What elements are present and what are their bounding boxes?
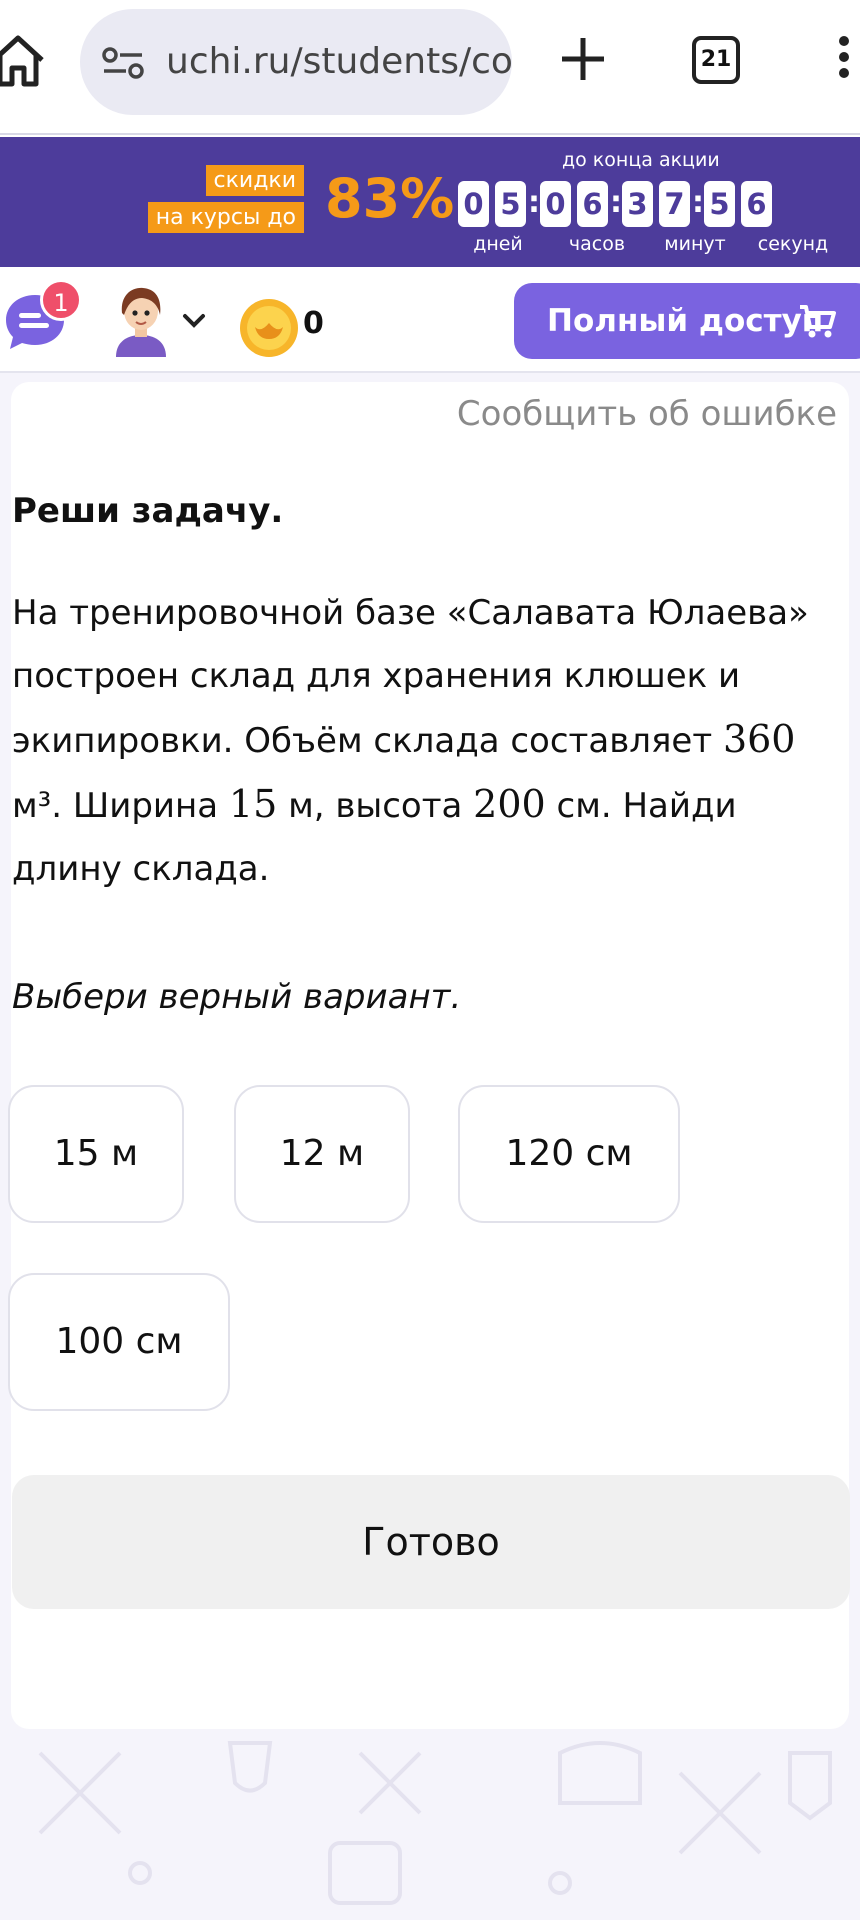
task-card: Сообщить об ошибке Реши задачу. На трени… (8, 382, 850, 1729)
more-menu-icon[interactable] (834, 36, 854, 86)
cart-icon (800, 305, 836, 338)
task-heading: Реши задачу. (12, 491, 284, 531)
timer-separator: : (528, 185, 540, 220)
promo-badge-courses: на курсы до (147, 202, 304, 233)
done-button[interactable]: Готово (12, 1475, 850, 1609)
promo-banner[interactable]: скидки на курсы до 83% до конца акции 0 … (0, 137, 860, 267)
full-access-label: Полный доступ (547, 303, 824, 339)
home-icon[interactable] (0, 30, 46, 90)
notification-badge: 1 (40, 279, 82, 321)
task-text-part: На тренировочной базе «Салавата Юлаева» … (12, 593, 809, 761)
promo-countdown-title: до конца акции (562, 149, 720, 171)
tab-switcher-button[interactable]: 21 (692, 36, 740, 84)
timer-digit: 6 (741, 181, 772, 227)
avatar[interactable] (110, 285, 172, 357)
timer-separator: : (610, 185, 622, 220)
timer-digit: 3 (622, 181, 653, 227)
timer-label-days: дней (473, 233, 523, 255)
url-text[interactable]: uchi.ru/students/cor (166, 9, 512, 115)
browser-toolbar: uchi.ru/students/cor 21 (0, 0, 860, 135)
timer-separator: : (692, 185, 704, 220)
timer-digit: 7 (659, 181, 690, 227)
timer-digit: 0 (540, 181, 571, 227)
height-value: 200 (473, 782, 546, 826)
task-text-part: м³. Ширина (12, 786, 229, 826)
chevron-down-icon[interactable] (182, 313, 206, 329)
full-access-button[interactable]: Полный доступ (514, 283, 860, 359)
timer-label-seconds: секунд (757, 233, 829, 255)
choose-hint: Выбери верный вариант. (12, 977, 462, 1017)
task-text: На тренировочной базе «Салавата Юлаева» … (12, 582, 842, 901)
answer-option[interactable]: 12 м (234, 1085, 410, 1223)
timer-label-minutes: минут (664, 233, 726, 255)
coin-icon (240, 299, 298, 357)
site-settings-icon[interactable] (102, 47, 144, 79)
task-text-part: м, высота (277, 786, 474, 826)
report-error-link[interactable]: Сообщить об ошибке (457, 390, 837, 438)
width-value: 15 (228, 782, 278, 826)
timer-digit: 0 (458, 181, 489, 227)
coin-count: 0 (303, 306, 324, 341)
timer-digit: 5 (495, 181, 526, 227)
timer-label-hours: часов (568, 233, 626, 255)
promo-badge-discounts: скидки (205, 165, 304, 196)
answer-option[interactable]: 15 м (8, 1085, 184, 1223)
timer-digit: 5 (704, 181, 735, 227)
volume-value: 360 (722, 717, 796, 761)
app-header: 1 0 Полный доступ (0, 267, 860, 373)
new-tab-icon[interactable] (558, 34, 608, 84)
promo-percent: 83% (325, 167, 455, 230)
answer-option[interactable]: 120 см (458, 1085, 680, 1223)
address-bar[interactable]: uchi.ru/students/cor (80, 9, 512, 115)
timer-digit: 6 (577, 181, 608, 227)
answer-option[interactable]: 100 см (8, 1273, 230, 1411)
